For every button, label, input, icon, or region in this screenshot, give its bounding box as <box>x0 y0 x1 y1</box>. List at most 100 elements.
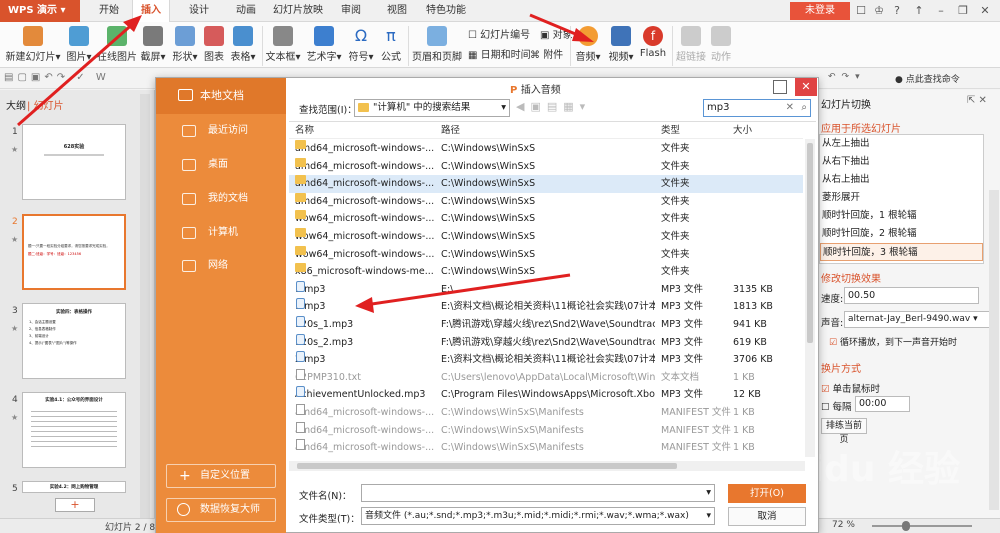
maximize-icon[interactable] <box>773 80 787 94</box>
restore-icon[interactable]: ❐ <box>954 2 972 20</box>
nav-documents[interactable]: 我的文档 <box>156 182 286 216</box>
login-button[interactable]: 未登录 <box>790 2 850 20</box>
nav-recent[interactable]: 最近访问 <box>156 114 286 148</box>
table-button[interactable]: 表格▾ <box>228 26 258 63</box>
file-row[interactable]: amd64_microsoft-windows-... C:\Windows\Wi… <box>289 157 803 176</box>
col-size[interactable]: 大小 <box>733 122 752 140</box>
speed-input[interactable]: 00.50 <box>844 287 979 304</box>
quick-tools-icon[interactable]: ▤▢▣↶↷ ✓ W <box>4 72 110 83</box>
tab-insert[interactable]: 插入 <box>132 0 170 23</box>
zoom-slider-handle[interactable] <box>902 521 910 531</box>
tab-view[interactable]: 视图 <box>380 0 414 22</box>
search-input[interactable]: mp3 ✕ ⌕ <box>703 99 811 117</box>
clear-icon[interactable]: ✕ <box>786 100 794 116</box>
online-picture-button[interactable]: 在线图片 <box>96 26 138 63</box>
picture-button[interactable]: 图片▾ <box>62 26 96 63</box>
file-row[interactable]: amd64_microsoft-windows-... C:\Windows\Wi… <box>289 421 803 440</box>
nav-network[interactable]: 网络 <box>156 249 286 283</box>
effect-item[interactable]: 顺时针回旋，2 根轮辐 <box>820 225 983 243</box>
dialog-close-button[interactable]: ✕ <box>795 78 817 96</box>
col-type[interactable]: 类型 <box>661 122 680 140</box>
tab-review[interactable]: 审阅 <box>334 0 368 22</box>
zoom-slider[interactable] <box>872 525 972 527</box>
tab-design[interactable]: 设计 <box>180 0 218 22</box>
effect-item[interactable]: 顺时针回旋，1 根轮辐 <box>820 207 983 225</box>
effects-list[interactable]: 从左上抽出 从右下抽出 从右上抽出 菱形展开 顺时针回旋，1 根轮辐 顺时针回旋… <box>819 134 984 264</box>
minimize-icon[interactable]: – <box>932 2 950 20</box>
help-icon[interactable]: ? <box>888 2 906 20</box>
tab-outline[interactable]: 大纲 <box>6 97 26 112</box>
lookin-select[interactable]: "计算机" 中的搜索结果 ▾ <box>354 99 510 117</box>
close-icon[interactable]: ✕ <box>976 2 994 20</box>
tab-home[interactable]: 开始 <box>92 0 126 22</box>
app-menu-button[interactable]: WPS 演示 ▾ <box>0 0 80 22</box>
quick-right-icons[interactable]: ↶↷▾ <box>828 72 866 82</box>
effect-item-selected[interactable]: 顺时针回旋，3 根轮辐 <box>820 243 983 261</box>
object-button[interactable]: ▣ 对象 <box>540 26 573 41</box>
slide-thumb-3[interactable]: 实验四：表格操作 1、会话主题设置 2、信息表格制作 3、前端设计 4、提示("图表"… <box>22 303 126 379</box>
textbox-button[interactable]: 文本框▾ <box>264 26 302 63</box>
effect-item[interactable]: 菱形展开 <box>820 189 983 207</box>
local-docs-header[interactable]: 本地文档 <box>156 78 286 114</box>
file-row[interactable]: 1.mp3 E:\资料文档\概论相关资料\11概论社会实践\07计本1... MP3… <box>289 298 803 316</box>
flash-button[interactable]: f Flash <box>638 26 668 59</box>
video-button[interactable]: 视频▾ <box>606 26 636 63</box>
wordart-button[interactable]: 艺术字▾ <box>304 26 344 63</box>
panel-scrollbar[interactable] <box>989 190 999 510</box>
custom-location-button[interactable]: + 自定义位置 <box>166 464 276 488</box>
action-button[interactable]: 动作 <box>708 26 734 63</box>
file-row[interactable]: x86_microsoft-windows-me... C:\Windows\Wi… <box>289 263 803 281</box>
search-command[interactable]: ● 点此查找命令 <box>895 72 960 85</box>
loop-checkbox[interactable]: ☑ 循环播放，到下一声音开始时 <box>829 335 957 348</box>
slide-thumb-5[interactable]: 实验4.2：网上购物管理 <box>22 481 126 493</box>
file-row[interactable]: amd64_microsoft-windows-... C:\Windows\Wi… <box>289 175 803 193</box>
skin-icon[interactable]: ☐ <box>852 2 870 20</box>
formula-button[interactable]: π 公式 <box>378 26 404 63</box>
file-row[interactable]: amd64_microsoft-windows-... C:\Windows\Wi… <box>289 140 803 158</box>
tab-slideshow[interactable]: 幻灯片放映 <box>270 0 326 22</box>
tab-features[interactable]: 特色功能 <box>421 0 471 22</box>
list-scrollbar-v[interactable] <box>805 139 815 457</box>
attachment-button[interactable]: ⌘ 附件 <box>530 46 563 61</box>
tab-animation[interactable]: 动画 <box>227 0 265 22</box>
add-slide-button[interactable]: + <box>55 498 95 512</box>
file-row[interactable]: amd64_microsoft-windows-... C:\Windows\Wi… <box>289 404 803 422</box>
folder-nav-icons[interactable]: ◀▣▤▦▾ <box>516 100 591 113</box>
data-recovery-button[interactable]: 数据恢复大师 <box>166 498 276 522</box>
file-row[interactable]: AchievementUnlocked.mp3 C:\Program Files\… <box>289 386 803 404</box>
new-slide-button[interactable]: 新建幻灯片▾ <box>4 26 62 63</box>
shirt-icon[interactable]: ♔ <box>870 2 888 20</box>
col-path[interactable]: 路径 <box>441 122 460 140</box>
effect-item[interactable]: 从右下抽出 <box>820 153 983 171</box>
tab-slides[interactable]: | 幻灯片 <box>27 97 64 112</box>
file-row[interactable]: amd64_microsoft-windows-... C:\Windows\Wi… <box>289 439 803 457</box>
file-row[interactable]: wow64_microsoft-windows-... C:\Windows\Wi… <box>289 210 803 228</box>
slide-thumb-2[interactable]: 题一:只要一段实验分组要求，请您按要求完成实验， 题二:班级：学号：班级：123… <box>22 214 126 290</box>
datetime-button[interactable]: ▦ 日期和时间 <box>468 46 531 61</box>
nav-desktop[interactable]: 桌面 <box>156 148 286 182</box>
file-row[interactable]: 62PMP310.txt C:\Users\lenovo\AppData\Loca… <box>289 368 803 387</box>
effect-item[interactable]: 从右上抽出 <box>820 171 983 189</box>
file-row[interactable]: 120s_2.mp3 F:\腾讯游戏\穿越火线\rez\Snd2\Wave\Sou… <box>289 333 803 352</box>
slide-thumb-1[interactable]: 628实验 <box>22 124 126 200</box>
slide-number-button[interactable]: ☐ 幻灯片编号 <box>468 26 530 41</box>
open-button[interactable]: 打开(O) <box>728 484 806 503</box>
effect-item[interactable]: 从左上抽出 <box>820 135 983 153</box>
slide-thumb-4[interactable]: 实验4.1：公众号的界面设计 <box>22 392 126 468</box>
every-input[interactable]: 00:00 <box>855 396 910 412</box>
screenshot-button[interactable]: 截屏▾ <box>138 26 168 63</box>
file-row[interactable]: wow64_microsoft-windows-... C:\Windows\Wi… <box>289 228 803 246</box>
file-row[interactable]: 120s_1.mp3 F:\腾讯游戏\穿越火线\rez\Snd2\Wave\Sou… <box>289 316 803 334</box>
shape-button[interactable]: 形状▾ <box>170 26 200 63</box>
slides-scrollbar[interactable] <box>140 94 150 524</box>
rehearse-button[interactable]: 排练当前页 <box>821 418 867 445</box>
cancel-button[interactable]: 取消 <box>728 507 806 526</box>
col-name[interactable]: 名称 <box>295 122 314 140</box>
collapse-icon[interactable]: ↑ <box>910 2 928 20</box>
symbol-button[interactable]: Ω 符号▾ <box>348 26 374 63</box>
list-scrollbar-h[interactable] <box>289 461 805 471</box>
filename-input[interactable]: ▾ <box>361 484 715 502</box>
chart-button[interactable]: 图表 <box>202 26 226 63</box>
every-checkbox[interactable]: ☐ 每隔 <box>821 399 852 413</box>
filetype-select[interactable]: 音频文件 (*.au;*.snd;*.mp3;*.m3u;*.mid;*.mid… <box>361 507 715 525</box>
